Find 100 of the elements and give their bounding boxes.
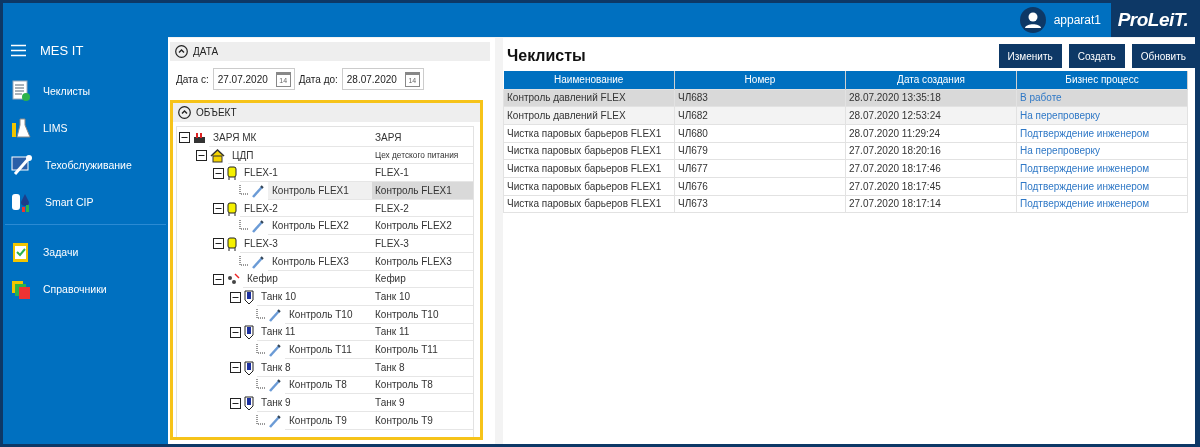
toolbar-button[interactable]: Создать — [1068, 44, 1125, 68]
collapse-icon[interactable] — [175, 45, 188, 58]
table-cell: 28.07.2020 11:29:24 — [845, 124, 1017, 143]
probe-icon — [251, 219, 265, 234]
collapse-icon[interactable] — [230, 291, 241, 303]
app-title: MES IT — [40, 43, 84, 58]
tree-connector — [256, 344, 265, 357]
flask-icon — [11, 116, 31, 139]
tank-icon — [227, 236, 237, 251]
tree-connector — [239, 255, 248, 268]
collapse-icon[interactable] — [230, 326, 241, 338]
table-cell: Контроль давлений FLEX — [503, 89, 675, 107]
status-link[interactable]: Подтверждение инженером — [1016, 159, 1188, 178]
tree-row[interactable]: FLEX-2 FLEX-2 — [179, 199, 473, 218]
sidebar-item[interactable]: LIMS — [3, 109, 168, 146]
table-cell: 27.07.2020 18:17:14 — [845, 195, 1017, 213]
sidebar-item[interactable]: Задачи — [3, 233, 168, 270]
house-icon — [210, 148, 225, 163]
field-label: Дата с: — [176, 73, 209, 85]
column-header[interactable]: Номер — [674, 71, 846, 89]
tree-row[interactable]: Танк 10 Танк 10 — [179, 288, 473, 306]
probe-icon — [251, 183, 265, 198]
tree-row[interactable]: Контроль FLEX3 Контроль FLEX3 — [179, 252, 473, 271]
tree-connector — [256, 308, 265, 321]
tree-row[interactable]: Контроль T9 Контроль T9 — [179, 412, 473, 430]
user-name: apparat1 — [1053, 13, 1101, 27]
section-header[interactable]: ОБЪЕКТ — [173, 103, 480, 122]
collapse-icon[interactable] — [196, 150, 207, 162]
tree-connector — [239, 220, 248, 233]
collapse-icon[interactable] — [213, 203, 224, 215]
status-link[interactable]: На перепроверку — [1016, 106, 1188, 125]
tank-icon — [244, 290, 254, 305]
status-link[interactable]: Подтверждение инженером — [1016, 177, 1188, 196]
tree-row[interactable]: Контроль T10 Контроль T10 — [179, 305, 473, 324]
collapse-icon[interactable] — [230, 362, 241, 374]
tree-connector — [256, 414, 265, 427]
collapse-icon[interactable] — [179, 132, 190, 144]
table-cell: Чистка паровых барьеров FLEX1 — [503, 177, 675, 196]
table-cell: 27.07.2020 18:17:45 — [845, 177, 1017, 196]
collapse-icon[interactable] — [213, 167, 224, 179]
tree-connector — [239, 184, 248, 197]
sidebar-item[interactable]: Справочники — [3, 270, 168, 307]
probe-icon — [268, 413, 282, 428]
tree-row[interactable]: Контроль FLEX1 Контроль FLEX1 — [179, 182, 473, 200]
tree-row[interactable]: Танк 9 Танк 9 — [179, 394, 473, 412]
column-header[interactable]: Бизнес процесс — [1016, 71, 1188, 89]
tree-connector — [256, 379, 265, 392]
sidebar-item[interactable]: Техобслуживание — [3, 146, 168, 183]
table-cell: ЧЛ679 — [674, 142, 846, 160]
tree-row[interactable]: Кефир Кефир — [179, 270, 473, 289]
probe-icon — [268, 378, 282, 393]
sidebar-item[interactable]: Чеклисты — [3, 72, 168, 109]
table-cell: ЧЛ682 — [674, 106, 846, 125]
table-cell: ЧЛ677 — [674, 159, 846, 178]
tree-row[interactable]: Контроль T11 Контроль T11 — [179, 341, 473, 359]
tools-icon — [11, 153, 33, 176]
tree-row[interactable]: ЗАРЯ МК ЗАРЯ — [179, 129, 473, 147]
collapse-icon[interactable] — [230, 397, 241, 409]
table-row[interactable]: Контроль давлений FLEX ЧЛ683 28.07.2020 13:35:18 В работе — [503, 89, 1188, 107]
tank-icon — [244, 396, 254, 411]
clipboard-icon — [11, 240, 31, 263]
checklist-icon — [11, 79, 31, 102]
table-cell: 28.07.2020 12:53:24 — [845, 106, 1017, 125]
sidebar-item[interactable]: Smart CIP — [3, 183, 168, 220]
probe-icon — [251, 254, 265, 269]
tree-row[interactable]: Контроль T8 Контроль T8 — [179, 376, 473, 395]
menu-icon[interactable] — [11, 44, 26, 57]
column-header[interactable]: Наименование — [503, 71, 675, 89]
page-title: Чеклисты — [507, 47, 587, 65]
collapse-icon[interactable] — [213, 273, 224, 285]
table-cell: ЧЛ683 — [674, 89, 846, 107]
table-cell: Чистка паровых барьеров FLEX1 — [503, 142, 675, 160]
tree-row[interactable]: Контроль FLEX2 Контроль FLEX2 — [179, 217, 473, 236]
toolbar-button[interactable]: Изменить — [998, 44, 1062, 68]
tank-icon — [244, 325, 254, 340]
table-cell: ЧЛ676 — [674, 177, 846, 196]
status-link[interactable]: Подтверждение инженером — [1016, 124, 1188, 143]
table-cell: 28.07.2020 13:35:18 — [845, 89, 1017, 107]
tank-icon — [227, 201, 237, 216]
user-avatar-icon — [1019, 7, 1046, 33]
collapse-icon[interactable] — [178, 106, 191, 119]
tree-row[interactable]: Танк 11 Танк 11 — [179, 323, 473, 342]
status-link[interactable]: Подтверждение инженером — [1016, 195, 1188, 213]
section-header[interactable]: ДАТА — [170, 42, 490, 61]
toolbar-button[interactable]: Обновить — [1131, 44, 1195, 68]
field-label: Дата до: — [298, 73, 338, 85]
table-cell: Чистка паровых барьеров FLEX1 — [503, 195, 675, 213]
logo: ProLeiT. — [1111, 3, 1195, 37]
tree-row[interactable]: ЦДП Цех детского питания — [179, 146, 473, 165]
table-cell: ЧЛ673 — [674, 195, 846, 213]
tank-icon — [244, 360, 254, 375]
collapse-icon[interactable] — [213, 238, 224, 250]
table-cell: ЧЛ680 — [674, 124, 846, 143]
table-cell: Контроль давлений FLEX — [503, 106, 675, 125]
factory-icon — [193, 131, 206, 145]
column-header[interactable]: Дата создания — [845, 71, 1017, 89]
status-link[interactable]: На перепроверку — [1016, 142, 1188, 160]
tank-icon — [227, 166, 237, 181]
tree-row[interactable]: FLEX-3 FLEX-3 — [179, 235, 473, 253]
tree-row[interactable]: Танк 8 Танк 8 — [179, 358, 473, 377]
